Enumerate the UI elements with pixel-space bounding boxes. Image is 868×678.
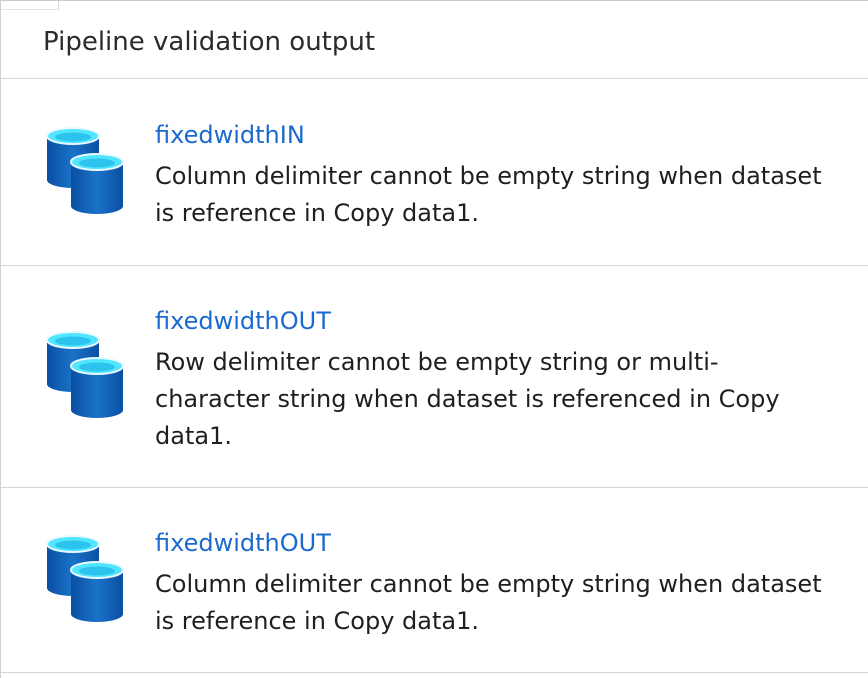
database-icon [46,127,124,214]
dataset-link[interactable]: fixedwidthOUT [155,526,855,560]
panel-header: Pipeline validation output [1,13,868,79]
database-icon [46,535,124,622]
panel-corner-tab [1,1,59,10]
validation-message: Column delimiter cannot be empty string … [155,570,822,635]
validation-item: fixedwidthOUT Column delimiter cannot be… [1,488,868,673]
validation-item: fixedwidthOUT Row delimiter cannot be em… [1,266,868,488]
panel-title: Pipeline validation output [43,27,376,57]
validation-output-panel: Pipeline validation output fixedwidthIN … [0,0,868,678]
validation-item-text: fixedwidthIN Column delimiter cannot be … [155,118,855,232]
dataset-link[interactable]: fixedwidthOUT [155,304,855,338]
validation-item-text: fixedwidthOUT Row delimiter cannot be em… [155,304,855,455]
database-icon [46,331,124,418]
validation-item-text: fixedwidthOUT Column delimiter cannot be… [155,526,855,640]
validation-message: Row delimiter cannot be empty string or … [155,348,780,450]
validation-item: fixedwidthIN Column delimiter cannot be … [1,80,868,266]
validation-message: Column delimiter cannot be empty string … [155,162,822,227]
dataset-link[interactable]: fixedwidthIN [155,118,855,152]
